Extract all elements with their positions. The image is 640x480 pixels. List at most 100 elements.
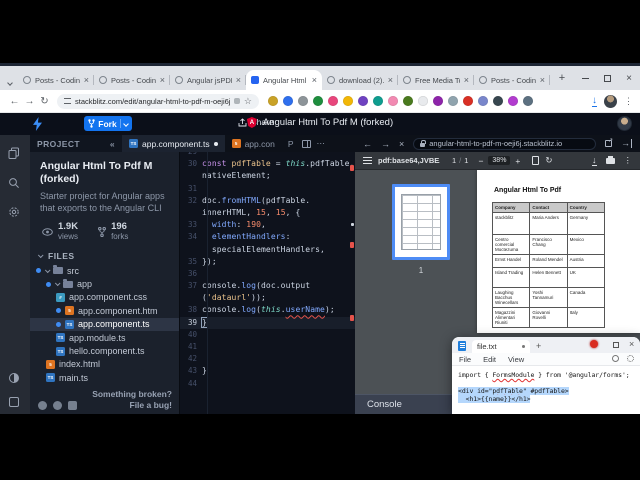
split-editor-icon[interactable]	[302, 140, 311, 148]
extension-icon[interactable]	[403, 96, 413, 106]
forward-button[interactable]: →	[22, 96, 37, 107]
profile-avatar[interactable]	[604, 95, 617, 108]
browser-tab[interactable]: Free Media Tools×	[398, 70, 474, 90]
tree-item-hello-component-ts[interactable]: TShello.component.ts	[30, 344, 179, 357]
pdf-menu-icon[interactable]	[363, 157, 372, 164]
extension-icon[interactable]	[418, 96, 428, 106]
reload-button[interactable]: ↻	[37, 96, 52, 107]
extension-icon[interactable]	[478, 96, 488, 106]
github-icon[interactable]	[53, 401, 62, 410]
back-button[interactable]: ←	[7, 96, 22, 107]
tree-item-app-component-ts[interactable]: TSapp.component.ts	[30, 318, 179, 331]
extension-icon[interactable]	[358, 96, 368, 106]
extension-icon[interactable]	[523, 96, 533, 106]
collapse-sidebar-icon[interactable]: «	[110, 139, 115, 149]
extension-icon[interactable]	[463, 96, 473, 106]
bookmark-star-icon[interactable]: ☆	[244, 97, 252, 106]
browser-tab[interactable]: Posts - Coding Shiks×	[474, 70, 550, 90]
search-icon[interactable]	[8, 177, 21, 190]
notepad-titlebar[interactable]: file.txt + ×	[452, 337, 640, 353]
notepad-tab[interactable]: file.txt	[472, 340, 530, 353]
browser-tab[interactable]: Angular jsPDF-Auto×	[170, 70, 246, 90]
preview-address-bar[interactable]: angular-html-to-pdf-m-oeji6j.stackblitz.…	[413, 138, 596, 150]
editor-tab-app-component-ts[interactable]: TS app.component.ts	[122, 135, 225, 152]
extension-icon[interactable]	[433, 96, 443, 106]
translate-icon[interactable]	[234, 98, 240, 104]
extension-icon[interactable]	[493, 96, 503, 106]
pdf-thumbnail[interactable]	[392, 184, 450, 260]
twitter-icon[interactable]	[38, 401, 47, 410]
notepad-status-icon[interactable]	[612, 355, 619, 362]
dock-right-icon[interactable]: →	[621, 139, 632, 148]
open-in-new-tab-icon[interactable]	[605, 140, 612, 147]
menu-view[interactable]: View	[508, 355, 524, 364]
notepad-new-tab-button[interactable]: +	[536, 341, 541, 351]
project-files-icon[interactable]	[8, 147, 21, 160]
zoom-in-button[interactable]: +	[515, 156, 520, 166]
preview-back-icon[interactable]: ←	[363, 139, 372, 149]
tree-item-src[interactable]: src	[30, 264, 179, 277]
downloads-icon[interactable]: ↓	[592, 96, 597, 107]
preview-close-icon[interactable]: ×	[399, 139, 404, 149]
editor-more-icon[interactable]: ⋯	[317, 138, 326, 149]
zoom-out-button[interactable]: −	[478, 156, 483, 166]
fork-button[interactable]: Fork	[84, 116, 132, 131]
window-close-button[interactable]: ×	[618, 66, 640, 90]
browser-tab[interactable]: Posts - Coding Shiks×	[18, 70, 94, 90]
user-avatar[interactable]	[617, 116, 632, 131]
extension-icon[interactable]	[448, 96, 458, 106]
pdf-print-icon[interactable]	[606, 158, 615, 164]
code-editor[interactable]: 2930const pdfTable = this.pdfTable.nativ…	[180, 152, 355, 414]
site-info-icon[interactable]	[64, 98, 71, 104]
zoom-level[interactable]: 38%	[488, 156, 510, 165]
theme-contrast-icon[interactable]	[8, 372, 21, 385]
notepad-close-button[interactable]: ×	[629, 339, 634, 349]
new-tab-button[interactable]: +	[554, 71, 570, 87]
browser-tab[interactable]: Posts - Coding Shiks×	[94, 70, 170, 90]
tree-item-app[interactable]: app	[30, 277, 179, 290]
tab-close-icon[interactable]: ×	[84, 76, 89, 85]
window-minimize-button[interactable]	[574, 66, 596, 90]
address-bar[interactable]: stackblitz.com/edit/angular-html-to-pdf-…	[57, 94, 259, 109]
fork-dropdown-icon[interactable]	[123, 121, 129, 127]
tab-close-icon[interactable]: ×	[388, 76, 393, 85]
tab-close-icon[interactable]: ×	[236, 76, 241, 85]
notepad-content[interactable]: import { FormsModule } from '@angular/fo…	[452, 366, 640, 403]
tab-close-icon[interactable]: ×	[160, 76, 165, 85]
tree-item-app-component-css[interactable]: #app.component.css	[30, 291, 179, 304]
pdf-page-current[interactable]: 1	[452, 156, 456, 165]
extension-icon[interactable]	[508, 96, 518, 106]
discord-icon[interactable]	[68, 401, 77, 410]
extension-icon[interactable]	[298, 96, 308, 106]
url-text[interactable]: stackblitz.com/edit/angular-html-to-pdf-…	[75, 97, 230, 106]
prettier-button[interactable]: P	[288, 139, 294, 149]
extension-icon[interactable]	[388, 96, 398, 106]
file-a-bug-link[interactable]: File a bug!	[92, 400, 172, 411]
extension-icon[interactable]	[343, 96, 353, 106]
notepad-settings-icon[interactable]	[627, 355, 634, 362]
tree-item-index-html[interactable]: 5index.html	[30, 358, 179, 371]
files-section-header[interactable]: FILES	[30, 245, 179, 264]
pdf-more-icon[interactable]: ⋮	[624, 155, 633, 166]
pdf-download-icon[interactable]: ↓	[592, 156, 597, 166]
extension-icon[interactable]	[328, 96, 338, 106]
extension-icon[interactable]	[268, 96, 278, 106]
collapse-panel-icon[interactable]	[8, 396, 21, 409]
fit-page-icon[interactable]	[532, 156, 539, 165]
preview-forward-icon[interactable]: →	[381, 139, 390, 149]
extension-icon[interactable]	[373, 96, 383, 106]
tab-close-icon[interactable]: ×	[312, 76, 317, 85]
tree-item-app-module-ts[interactable]: TSapp.module.ts	[30, 331, 179, 344]
tab-search-chevron-icon[interactable]	[3, 72, 16, 85]
stackblitz-logo-icon[interactable]	[33, 117, 42, 131]
tab-close-icon[interactable]: ×	[464, 76, 469, 85]
tab-close-icon[interactable]: ×	[540, 76, 545, 85]
extension-icon[interactable]	[283, 96, 293, 106]
browser-tab[interactable]: download (2).pdf×	[322, 70, 398, 90]
menu-file[interactable]: File	[459, 355, 471, 364]
tree-item-main-ts[interactable]: TSmain.ts	[30, 371, 179, 384]
window-maximize-button[interactable]	[596, 66, 618, 90]
rotate-icon[interactable]: ↻	[545, 155, 552, 166]
browser-tab[interactable]: Angular Html To Pd×	[246, 70, 322, 90]
tree-item-app-component-htm[interactable]: 5app.component.htm	[30, 304, 179, 317]
